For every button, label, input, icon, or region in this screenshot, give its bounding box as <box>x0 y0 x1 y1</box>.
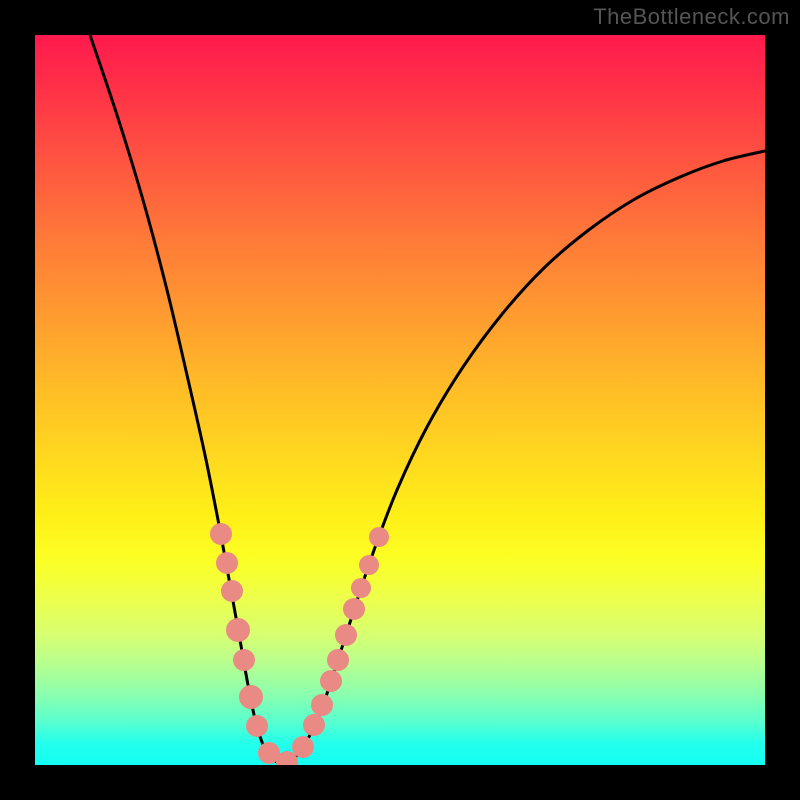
bead <box>221 580 243 602</box>
plot-area <box>35 35 765 765</box>
bead <box>320 670 342 692</box>
bottleneck-curve <box>90 35 765 764</box>
bead <box>335 624 357 646</box>
attribution-text: TheBottleneck.com <box>593 4 790 30</box>
bead <box>246 715 268 737</box>
bead <box>233 649 255 671</box>
bead <box>311 694 333 716</box>
curve-layer <box>35 35 765 765</box>
bead <box>226 618 250 642</box>
bead <box>292 736 314 758</box>
bead <box>239 685 263 709</box>
bead <box>369 527 389 547</box>
bead <box>216 552 238 574</box>
bead <box>303 714 325 736</box>
bead <box>359 555 379 575</box>
bead <box>210 523 232 545</box>
bead <box>351 578 371 598</box>
bead <box>327 649 349 671</box>
data-beads <box>210 523 389 765</box>
chart-frame: TheBottleneck.com <box>0 0 800 800</box>
bead <box>343 598 365 620</box>
